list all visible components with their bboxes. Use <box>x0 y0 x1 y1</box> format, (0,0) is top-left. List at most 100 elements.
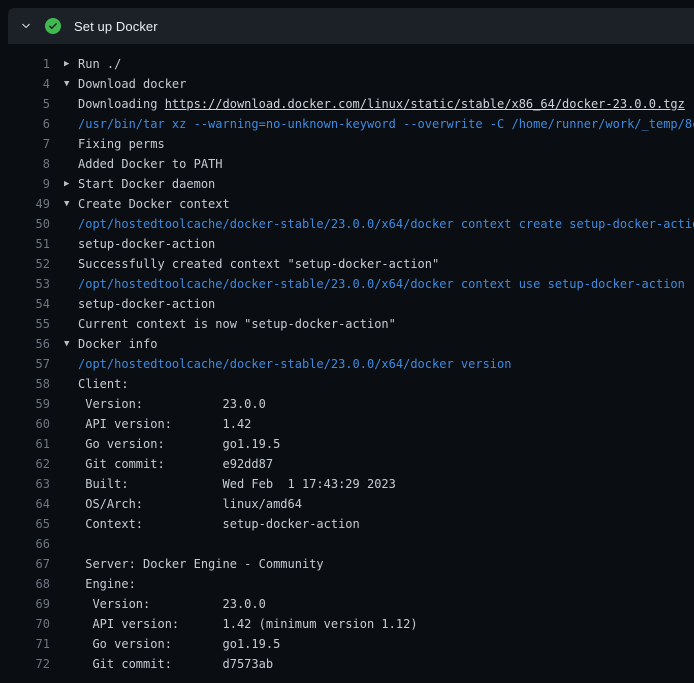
log-line-number[interactable]: 68 <box>0 574 50 594</box>
log-line: 52 Successfully created context "setup-do… <box>0 254 694 274</box>
log-url-link[interactable]: https://download.docker.com/linux/static… <box>165 97 685 111</box>
log-text: Git commit: d7573ab <box>64 654 273 674</box>
log-text: Git commit: e92dd87 <box>64 454 273 474</box>
log-group-header[interactable]: ▶Run ./ <box>64 54 121 74</box>
log-line: 51 setup-docker-action <box>0 234 694 254</box>
log-line: 50/opt/hostedtoolcache/docker-stable/23.… <box>0 214 694 234</box>
log-line-number[interactable]: 4 <box>0 74 50 94</box>
log-command-text: /opt/hostedtoolcache/docker-stable/23.0.… <box>64 214 694 234</box>
triangle-right-icon[interactable]: ▶ <box>64 54 77 74</box>
log-line-number[interactable]: 7 <box>0 134 50 154</box>
log-line-number[interactable]: 50 <box>0 214 50 234</box>
triangle-down-icon[interactable]: ▼ <box>64 74 77 94</box>
log-line-number[interactable]: 70 <box>0 614 50 634</box>
log-line-number[interactable]: 61 <box>0 434 50 454</box>
triangle-down-icon[interactable]: ▼ <box>64 194 77 214</box>
log-line-number[interactable]: 52 <box>0 254 50 274</box>
log-line: 64 OS/Arch: linux/amd64 <box>0 494 694 514</box>
log-line-number[interactable]: 9 <box>0 174 50 194</box>
log-line-number[interactable]: 6 <box>0 114 50 134</box>
log-line: 62 Git commit: e92dd87 <box>0 454 694 474</box>
log-line: 66 <box>0 534 694 554</box>
log-text: Context: setup-docker-action <box>64 514 360 534</box>
log-line: 49 ▼Create Docker context <box>0 194 694 214</box>
log-text: Client: <box>64 374 129 394</box>
log-group-header[interactable]: ▼Create Docker context <box>64 194 230 214</box>
log-text: Version: 23.0.0 <box>64 394 266 414</box>
log-line: 8 Added Docker to PATH <box>0 154 694 174</box>
log-group-title: Docker info <box>78 337 157 351</box>
log-group-title: Run ./ <box>78 57 121 71</box>
log-console[interactable]: 1▶Run ./4▼Download docker5Downloading ht… <box>0 44 694 683</box>
log-line-number[interactable]: 55 <box>0 314 50 334</box>
log-text: API version: 1.42 <box>64 414 251 434</box>
log-line: 67 Server: Docker Engine - Community <box>0 554 694 574</box>
log-line-number[interactable]: 1 <box>0 54 50 74</box>
log-text: Fixing perms <box>64 134 165 154</box>
log-line: 5 Downloading https://download.docker.com… <box>0 94 694 114</box>
log-group-header[interactable]: ▼Download docker <box>64 74 186 94</box>
log-line-number[interactable]: 62 <box>0 454 50 474</box>
log-line-number[interactable]: 51 <box>0 234 50 254</box>
log-line: 58 Client: <box>0 374 694 394</box>
log-text <box>64 534 78 554</box>
log-text: Engine: <box>64 574 136 594</box>
log-line: 71 Go version: go1.19.5 <box>0 634 694 654</box>
triangle-down-icon[interactable]: ▼ <box>64 334 77 354</box>
log-line-number[interactable]: 60 <box>0 414 50 434</box>
log-group-header[interactable]: ▶Start Docker daemon <box>64 174 215 194</box>
log-line-number[interactable]: 65 <box>0 514 50 534</box>
log-text: Downloading https://download.docker.com/… <box>64 94 685 114</box>
log-line-number[interactable]: 64 <box>0 494 50 514</box>
log-line: 63 Built: Wed Feb 1 17:43:29 2023 <box>0 474 694 494</box>
log-command-text: /usr/bin/tar xz --warning=no-unknown-key… <box>64 114 694 134</box>
log-line: 9 ▶Start Docker daemon <box>0 174 694 194</box>
log-line: 56 ▼Docker info <box>0 334 694 354</box>
step-title: Set up Docker <box>74 19 158 34</box>
step-header[interactable]: Set up Docker <box>8 8 694 44</box>
log-line-number[interactable]: 69 <box>0 594 50 614</box>
log-line-number[interactable]: 8 <box>0 154 50 174</box>
log-line-number[interactable]: 58 <box>0 374 50 394</box>
log-line: 6/usr/bin/tar xz --warning=no-unknown-ke… <box>0 114 694 134</box>
check-circle-icon <box>45 18 61 34</box>
log-line: 60 API version: 1.42 <box>0 414 694 434</box>
log-line-number[interactable]: 56 <box>0 334 50 354</box>
log-line: 54setup-docker-action <box>0 294 694 314</box>
log-line-number[interactable]: 49 <box>0 194 50 214</box>
log-line-number[interactable]: 53 <box>0 274 50 294</box>
log-line: 1 ▶Run ./ <box>0 54 694 74</box>
log-line-number[interactable]: 59 <box>0 394 50 414</box>
log-line: 57/opt/hostedtoolcache/docker-stable/23.… <box>0 354 694 374</box>
log-line: 70 API version: 1.42 (minimum version 1.… <box>0 614 694 634</box>
log-text: Successfully created context "setup-dock… <box>64 254 439 274</box>
log-group-title: Start Docker daemon <box>78 177 215 191</box>
log-line-number[interactable]: 5 <box>0 94 50 114</box>
log-line-number[interactable]: 67 <box>0 554 50 574</box>
log-line-number[interactable]: 54 <box>0 294 50 314</box>
triangle-right-icon[interactable]: ▶ <box>64 174 77 194</box>
log-line: 55Current context is now "setup-docker-a… <box>0 314 694 334</box>
chevron-down-icon[interactable] <box>20 20 32 32</box>
log-line-number[interactable]: 57 <box>0 354 50 374</box>
log-line: 69 Version: 23.0.0 <box>0 594 694 614</box>
log-command-text: /opt/hostedtoolcache/docker-stable/23.0.… <box>64 354 511 374</box>
log-line: 4 ▼Download docker <box>0 74 694 94</box>
log-line-number[interactable]: 72 <box>0 654 50 674</box>
log-text: Version: 23.0.0 <box>64 594 266 614</box>
log-line: 7 Fixing perms <box>0 134 694 154</box>
log-line-number[interactable]: 66 <box>0 534 50 554</box>
log-line: 68 Engine: <box>0 574 694 594</box>
log-text: Added Docker to PATH <box>64 154 223 174</box>
log-text: API version: 1.42 (minimum version 1.12) <box>64 614 418 634</box>
log-text: setup-docker-action <box>64 234 215 254</box>
log-text: Built: Wed Feb 1 17:43:29 2023 <box>64 474 396 494</box>
log-line: 61 Go version: go1.19.5 <box>0 434 694 454</box>
log-line: 65 Context: setup-docker-action <box>0 514 694 534</box>
log-text: Go version: go1.19.5 <box>64 634 280 654</box>
log-group-header[interactable]: ▼Docker info <box>64 334 157 354</box>
log-line-number[interactable]: 71 <box>0 634 50 654</box>
log-group-title: Download docker <box>78 77 186 91</box>
log-text: OS/Arch: linux/amd64 <box>64 494 302 514</box>
log-line-number[interactable]: 63 <box>0 474 50 494</box>
